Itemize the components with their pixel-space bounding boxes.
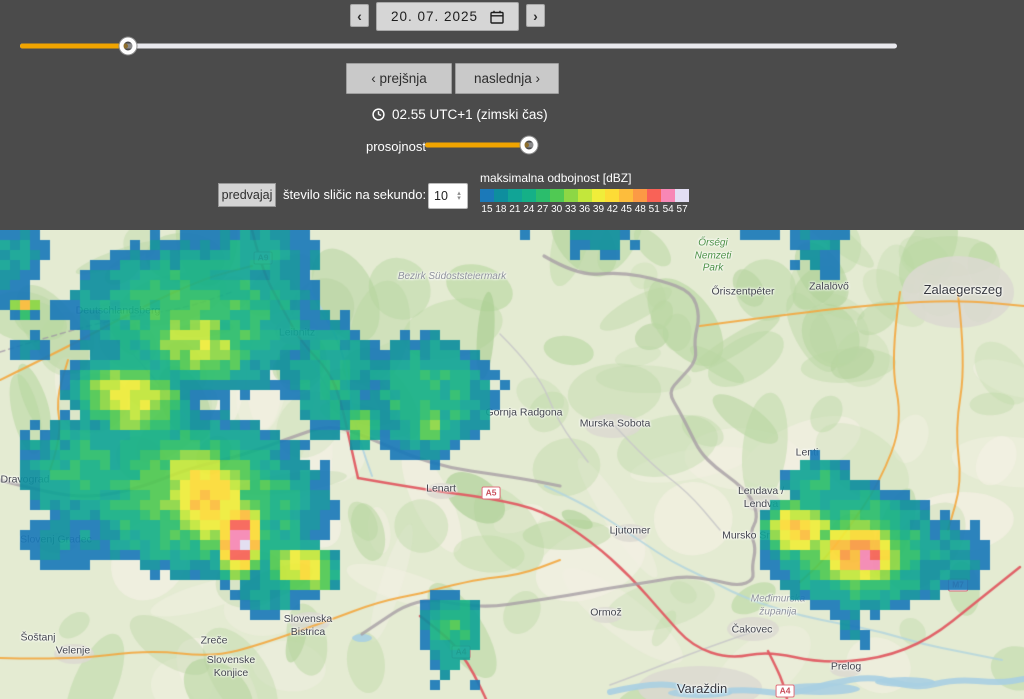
legend-color-step	[536, 189, 550, 202]
legend-tick: 33	[564, 204, 578, 215]
legend-color-step	[675, 189, 689, 202]
step-down-icon[interactable]: ▾	[457, 196, 461, 201]
previous-frame-button[interactable]: ‹ prejšnja	[346, 63, 452, 94]
legend-color-step	[494, 189, 508, 202]
legend-color-step	[605, 189, 619, 202]
radar-map[interactable]: DeutschlandsbergLeibnitzBezirk Südostste…	[0, 230, 1024, 699]
opacity-slider-fill	[425, 143, 529, 148]
fps-input[interactable]: 10 ▴▾	[428, 183, 468, 209]
control-panel: ‹ 20. 07. 2025 › ‹ prejšnja naslednja ›	[0, 0, 1024, 230]
legend-tick: 24	[522, 204, 536, 215]
legend-tick: 54	[661, 204, 675, 215]
legend-tick: 51	[647, 204, 661, 215]
previous-day-button[interactable]: ‹	[350, 4, 369, 27]
legend-tick: 42	[605, 204, 619, 215]
radar-canvas	[0, 230, 1024, 699]
legend-color-step	[522, 189, 536, 202]
timestamp-label: 02.55 UTC+1 (zimski čas)	[392, 107, 548, 122]
date-value: 20. 07. 2025	[391, 9, 478, 24]
legend-color-step	[647, 189, 661, 202]
legend-tick: 30	[550, 204, 564, 215]
opacity-slider-handle[interactable]	[520, 137, 537, 154]
next-day-button[interactable]: ›	[526, 4, 545, 27]
legend-tick: 27	[536, 204, 550, 215]
legend-color-step	[592, 189, 606, 202]
legend-tick-labels: 151821242730333639424548515457	[480, 204, 689, 215]
fps-label: število sličic na sekundo:	[283, 187, 426, 202]
legend-color-step	[578, 189, 592, 202]
play-button[interactable]: predvajaj	[218, 183, 276, 207]
fps-stepper[interactable]: ▴▾	[453, 191, 467, 201]
calendar-icon	[490, 10, 504, 24]
reflectivity-legend: maksimalna odbojnost [dBZ] 1518212427303…	[480, 171, 690, 215]
legend-color-step	[550, 189, 564, 202]
legend-tick: 45	[619, 204, 633, 215]
time-slider[interactable]	[20, 38, 897, 54]
timestamp-row: 02.55 UTC+1 (zimski čas)	[372, 107, 548, 122]
legend-tick: 36	[578, 204, 592, 215]
radar-app: ‹ 20. 07. 2025 › ‹ prejšnja naslednja ›	[0, 0, 1024, 699]
legend-tick: 39	[592, 204, 606, 215]
legend-color-step	[480, 189, 494, 202]
legend-tick: 15	[480, 204, 494, 215]
legend-tick: 21	[508, 204, 522, 215]
legend-tick: 18	[494, 204, 508, 215]
opacity-slider[interactable]	[425, 137, 538, 153]
legend-color-step	[564, 189, 578, 202]
time-slider-handle[interactable]	[119, 38, 136, 55]
clock-icon	[372, 108, 385, 121]
legend-tick: 48	[633, 204, 647, 215]
legend-color-step	[619, 189, 633, 202]
legend-color-step	[661, 189, 675, 202]
date-input[interactable]: 20. 07. 2025	[376, 2, 519, 31]
legend-tick: 57	[675, 204, 689, 215]
legend-color-step	[633, 189, 647, 202]
legend-colorbar	[480, 189, 689, 202]
opacity-label: prosojnost	[366, 139, 426, 154]
legend-color-step	[508, 189, 522, 202]
fps-value: 10	[429, 189, 453, 203]
time-slider-fill	[20, 44, 128, 49]
legend-title: maksimalna odbojnost [dBZ]	[480, 171, 690, 185]
next-frame-button[interactable]: naslednja ›	[455, 63, 559, 94]
time-slider-track[interactable]	[20, 44, 897, 49]
